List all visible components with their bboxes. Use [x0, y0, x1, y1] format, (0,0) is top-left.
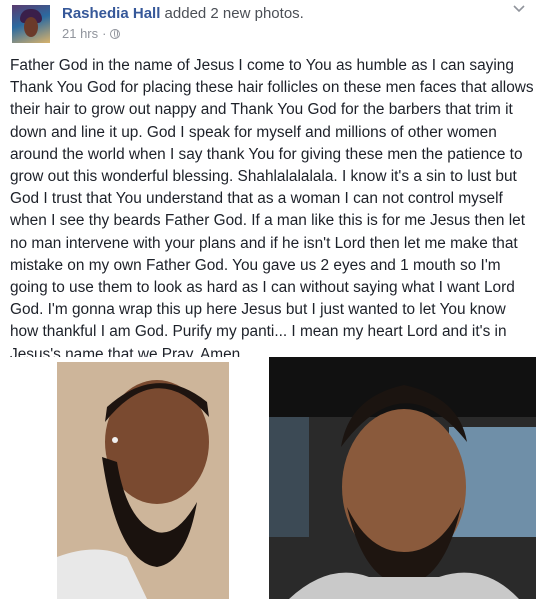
- author-name[interactable]: Rashedia Hall: [62, 5, 160, 22]
- photo-1-illustration: [57, 362, 229, 599]
- chevron-down-icon-svg: [513, 5, 525, 13]
- post-header: Rashedia Hall added 2 new photos. 21 hrs…: [0, 0, 546, 50]
- facebook-post: Rashedia Hall added 2 new photos. 21 hrs…: [0, 0, 546, 599]
- avatar[interactable]: [12, 5, 50, 43]
- globe-icon: [110, 28, 121, 39]
- avatar-face: [24, 17, 38, 37]
- photo-2-illustration: [269, 357, 536, 599]
- post-text: Father God in the name of Jesus I come t…: [10, 57, 534, 363]
- photo-1[interactable]: [10, 357, 266, 599]
- post-title-line: Rashedia Hall added 2 new photos.: [62, 5, 304, 22]
- post-timestamp[interactable]: 21 hrs: [62, 26, 98, 41]
- chevron-down-icon[interactable]: [512, 4, 526, 16]
- post-action-text: added 2 new photos.: [164, 5, 304, 22]
- photo-2[interactable]: [269, 357, 536, 599]
- post-meta: 21 hrs ·: [62, 26, 121, 41]
- meta-separator: ·: [102, 26, 107, 41]
- photo-grid: [10, 357, 536, 599]
- photo-1-image: [57, 362, 229, 599]
